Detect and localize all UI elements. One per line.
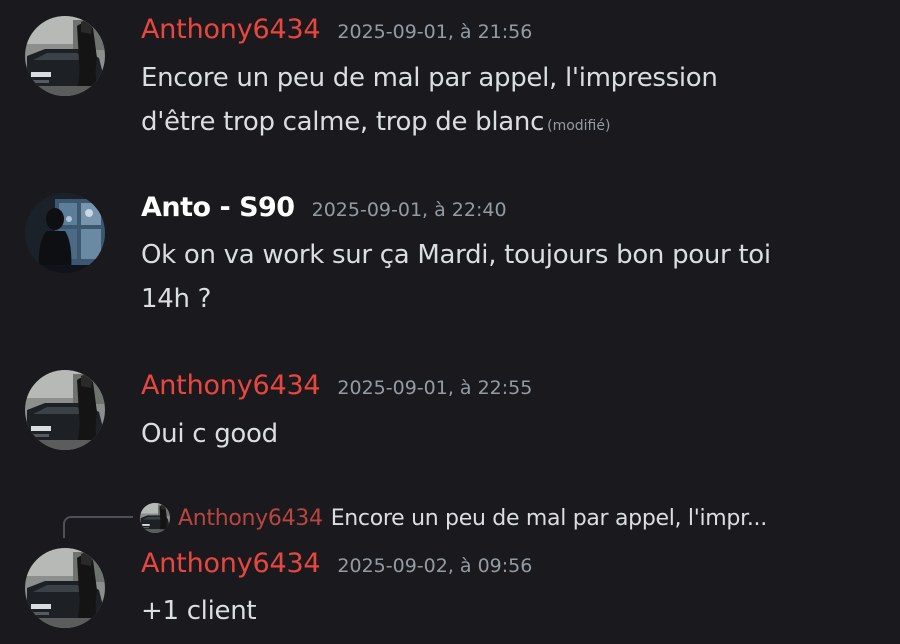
timestamp[interactable]: 2025-09-01, à 21:56: [337, 21, 532, 43]
window-silhouette-avatar-icon: [25, 193, 105, 273]
message-content: +1 client: [141, 589, 881, 633]
timestamp[interactable]: 2025-09-01, à 22:40: [312, 199, 507, 221]
username[interactable]: Anto - S90: [141, 192, 295, 223]
message-line: Oui c good: [141, 419, 278, 449]
avatar[interactable]: [25, 16, 105, 96]
message-header: Anto - S90 2025-09-01, à 22:40: [141, 192, 507, 223]
car-avatar-icon: [25, 370, 105, 450]
reply-preview[interactable]: Anthony6434 Encore un peu de mal par app…: [140, 502, 767, 534]
timestamp[interactable]: 2025-09-01, à 22:55: [337, 377, 532, 399]
car-avatar-icon: [140, 503, 170, 533]
reply-text[interactable]: Encore un peu de mal par appel, l'impr..…: [331, 506, 768, 531]
reply-username[interactable]: Anthony6434: [178, 506, 323, 531]
message-line: +1 client: [141, 596, 257, 626]
username[interactable]: Anthony6434: [141, 370, 321, 401]
avatar[interactable]: [25, 193, 105, 273]
timestamp[interactable]: 2025-09-02, à 09:56: [337, 555, 532, 577]
reply-connector-line: [63, 516, 133, 538]
reply-avatar: [140, 503, 170, 533]
message-line: d'être trop calme, trop de blanc: [141, 107, 545, 137]
avatar[interactable]: [25, 370, 105, 450]
message-header: Anthony6434 2025-09-02, à 09:56: [141, 548, 532, 579]
message-content: Oui c good: [141, 412, 881, 456]
car-avatar-icon: [25, 16, 105, 96]
edited-label: (modifié): [547, 118, 611, 134]
message-line: Ok on va work sur ça Mardi, toujours bon…: [141, 240, 771, 270]
message-line-with-edited: d'être trop calme, trop de blanc (modifié…: [141, 100, 881, 148]
avatar[interactable]: [25, 548, 105, 628]
message-content: Encore un peu de mal par appel, l'impres…: [141, 56, 881, 148]
message-line: Encore un peu de mal par appel, l'impres…: [141, 63, 718, 93]
chat-message-list: Anthony6434 2025-09-01, à 21:56 Encore u…: [0, 0, 900, 644]
message-line: 14h ?: [141, 284, 212, 314]
username[interactable]: Anthony6434: [141, 14, 321, 45]
message-header: Anthony6434 2025-09-01, à 21:56: [141, 14, 532, 45]
username[interactable]: Anthony6434: [141, 548, 321, 579]
car-avatar-icon: [25, 548, 105, 628]
message-content: Ok on va work sur ça Mardi, toujours bon…: [141, 233, 881, 321]
message-header: Anthony6434 2025-09-01, à 22:55: [141, 370, 532, 401]
